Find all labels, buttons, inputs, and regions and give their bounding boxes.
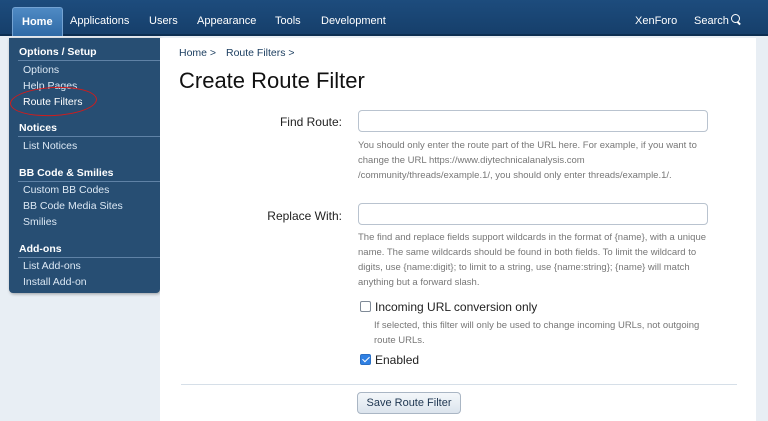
breadcrumb-home[interactable]: Home > xyxy=(179,47,216,59)
find-route-input[interactable] xyxy=(358,110,708,132)
enabled-label: Enabled xyxy=(375,353,420,367)
sidebar-item-custom-bb-codes[interactable]: Custom BB Codes xyxy=(23,184,109,196)
tab-tools[interactable]: Tools xyxy=(275,14,301,28)
sidebar-item-install-add-on[interactable]: Install Add-on xyxy=(23,276,87,288)
main-content: Home > Route Filters > Create Route Filt… xyxy=(160,38,756,421)
sidebar-divider xyxy=(18,181,160,182)
sidebar-divider xyxy=(18,257,160,258)
sidebar-item-list-add-ons[interactable]: List Add-ons xyxy=(23,260,81,272)
sidebar-item-list-notices[interactable]: List Notices xyxy=(23,140,77,152)
replace-with-input[interactable] xyxy=(358,203,708,225)
page-title: Create Route Filter xyxy=(179,68,365,93)
tab-home[interactable]: Home xyxy=(12,7,63,36)
search-label: Search xyxy=(694,15,729,27)
incoming-url-hint: If selected, this filter will only be us… xyxy=(374,320,700,346)
search-link[interactable]: Search xyxy=(694,14,742,28)
sidebar-divider xyxy=(18,60,160,61)
sidebar-divider xyxy=(18,136,160,137)
sidebar-item-bb-code-media-sites[interactable]: BB Code Media Sites xyxy=(23,200,123,212)
replace-with-hint: The find and replace fields support wild… xyxy=(358,232,707,288)
sidebar-heading-notices: Notices xyxy=(19,122,57,134)
sidebar-item-smilies[interactable]: Smilies xyxy=(23,216,57,228)
sidebar-heading-bb-code-smilies: BB Code & Smilies xyxy=(19,167,114,179)
find-route-hint: You should only enter the route part of … xyxy=(358,140,697,181)
sidebar-heading-add-ons: Add-ons xyxy=(19,243,62,255)
xenforo-link[interactable]: XenForo xyxy=(635,14,677,28)
replace-with-label: Replace With: xyxy=(267,209,342,223)
sidebar-heading-options-setup: Options / Setup xyxy=(19,46,97,58)
tab-appearance[interactable]: Appearance xyxy=(197,14,256,28)
enabled-option[interactable]: Enabled xyxy=(360,353,419,367)
search-icon xyxy=(730,14,742,25)
form-divider xyxy=(181,384,737,385)
incoming-url-checkbox[interactable] xyxy=(360,301,371,312)
breadcrumb-route-filters[interactable]: Route Filters > xyxy=(226,47,295,59)
tab-users[interactable]: Users xyxy=(149,14,178,28)
incoming-url-label: Incoming URL conversion only xyxy=(375,300,538,314)
enabled-checkbox[interactable] xyxy=(360,354,371,365)
top-navigation-bar: Home Applications Users Appearance Tools… xyxy=(0,0,768,36)
incoming-url-option[interactable]: Incoming URL conversion only xyxy=(360,300,537,314)
save-route-filter-button[interactable]: Save Route Filter xyxy=(357,392,461,414)
sidebar-item-options[interactable]: Options xyxy=(23,64,59,76)
find-route-label: Find Route: xyxy=(279,115,342,129)
tab-development[interactable]: Development xyxy=(321,14,386,28)
tab-applications[interactable]: Applications xyxy=(70,14,129,28)
sidebar: Options / Setup Options Help Pages Route… xyxy=(9,38,160,293)
